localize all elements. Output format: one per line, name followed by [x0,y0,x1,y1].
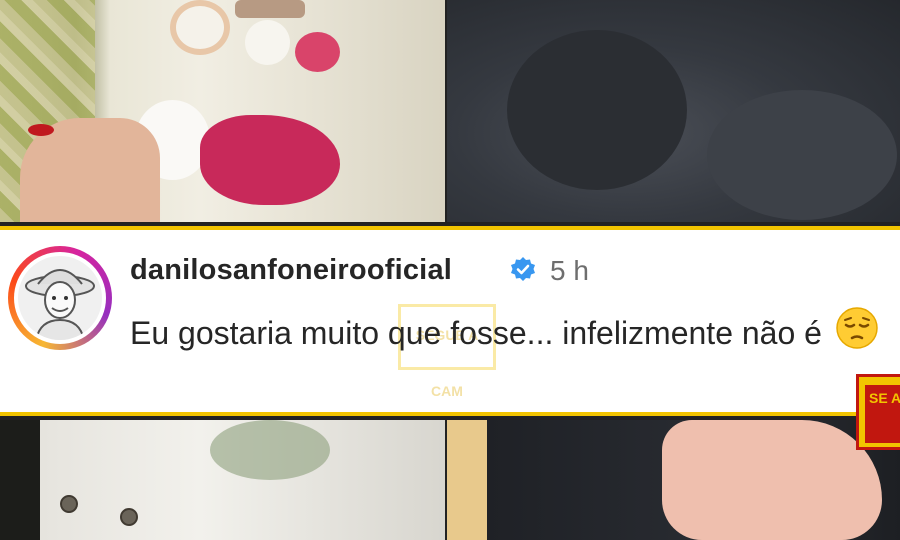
flower-decoration [295,32,340,72]
jacket-snap [120,508,138,526]
jacket-snap [60,495,78,513]
instagram-comment-card: danilosanfoneirooficial 5 h SEGUE A CAM … [0,226,900,416]
embroidery [210,420,330,480]
comment-text: Eu gostaria muito que fosse... infelizme… [130,306,890,355]
channel-logo-text: SE A [865,385,900,443]
comment-username[interactable]: danilosanfoneirooficial [130,254,452,287]
flower-decoration [170,0,230,55]
story-ring[interactable] [8,246,112,350]
photo-bottom-right [447,420,900,540]
photo-top-left [0,0,445,222]
photo-top-right [447,0,900,222]
flower-decoration [200,115,340,205]
jacket-fold [707,90,897,220]
hands [662,420,882,540]
avatar[interactable] [14,252,106,344]
flower-decoration [235,0,305,18]
red-nail [28,124,54,136]
channel-logo: SE A [856,374,900,450]
flower-decoration [245,20,290,65]
pensive-face-icon [836,307,878,349]
comment-body: Eu gostaria muito que fosse... infelizme… [130,315,822,351]
jacket-fold [507,30,687,190]
verified-badge-icon [511,257,535,281]
comment-timestamp: 5 h [550,255,589,286]
photo-bottom-left [0,420,445,540]
avatar-illustration [18,256,102,340]
